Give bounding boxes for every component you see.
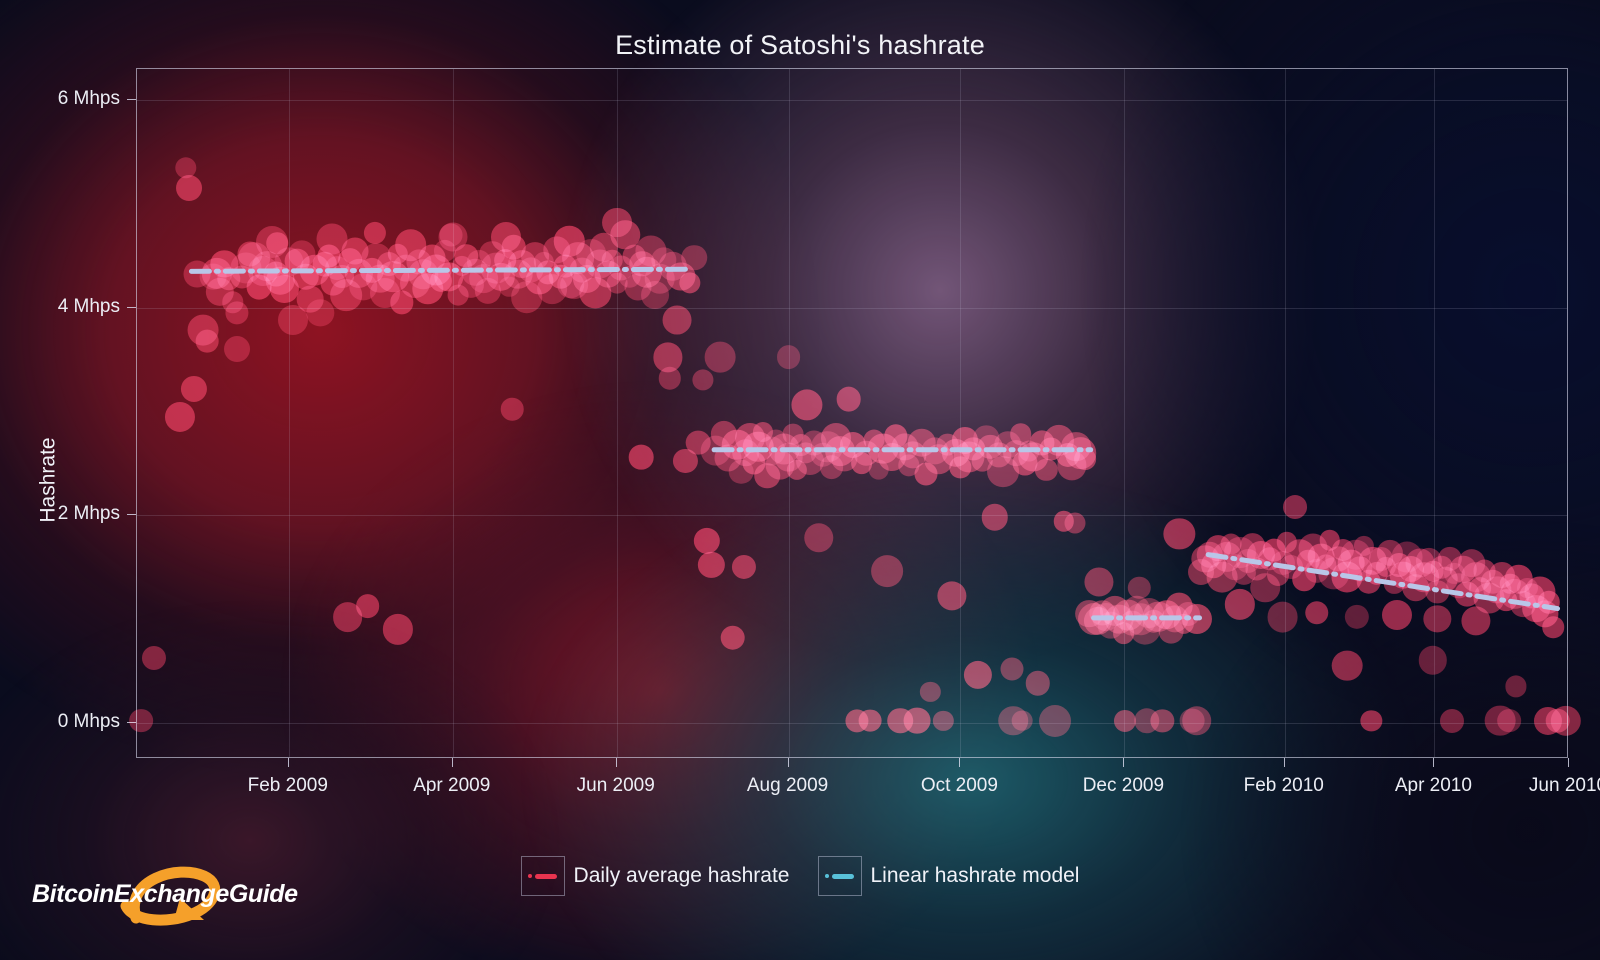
x-axis-label: Aug 2009	[746, 775, 829, 796]
watermark-text: BitcoinExchangeGuide	[32, 880, 298, 908]
legend-swatch	[520, 856, 565, 896]
linear-model-overlay	[188, 266, 1561, 621]
legend-item[interactable]: Linear hashrate model	[817, 856, 1080, 896]
plot-area[interactable]	[129, 68, 1582, 758]
legend-dash-icon	[535, 873, 558, 879]
x-axis-label: Oct 2009	[920, 775, 998, 796]
x-axis-label: Feb 2010	[1243, 775, 1324, 796]
x-axis-tick	[1283, 758, 1285, 767]
legend-item[interactable]: Daily average hashrate	[520, 856, 790, 896]
y-axis-label: 6 Mhps	[57, 88, 120, 110]
x-axis-label: Jun 2010	[1528, 775, 1600, 796]
x-axis-tick	[787, 758, 789, 767]
x-axis-tick	[1123, 758, 1125, 767]
x-axis-tick	[959, 758, 961, 767]
legend-dot-icon	[825, 874, 829, 878]
y-axis-tick	[127, 514, 136, 516]
x-axis-label: Apr 2009	[413, 775, 491, 796]
x-axis-tick	[287, 758, 289, 767]
chart-screenshot: Estimate of Satoshi's hashrate Hashrate …	[0, 0, 1600, 960]
legend-swatch	[817, 856, 862, 896]
watermark-logo: BitcoinExchangeGuide	[28, 862, 318, 934]
x-axis-label: Dec 2009	[1082, 775, 1165, 796]
x-axis-label: Feb 2009	[247, 775, 328, 796]
model-line-segment	[1205, 552, 1561, 612]
x-axis-tick	[615, 758, 617, 767]
legend-dash-icon	[832, 873, 854, 879]
y-axis-tick	[127, 306, 136, 308]
x-axis-label: Jun 2009	[576, 775, 655, 796]
chart-title: Estimate of Satoshi's hashrate	[615, 30, 985, 60]
y-axis-label: 4 Mhps	[57, 295, 120, 317]
legend-label: Daily average hashrate	[573, 864, 790, 887]
legend-dot-icon	[528, 874, 533, 878]
x-axis-tick	[1568, 758, 1569, 767]
y-axis-label: 0 Mhps	[57, 710, 120, 732]
model-line-segment	[188, 266, 688, 274]
legend-label: Linear hashrate model	[870, 864, 1080, 887]
x-axis-label: Apr 2010	[1394, 775, 1472, 796]
x-axis-tick	[451, 758, 453, 767]
x-axis-tick	[1433, 758, 1435, 767]
y-axis-tick	[127, 99, 136, 101]
y-axis-label: 2 Mhps	[57, 503, 120, 525]
